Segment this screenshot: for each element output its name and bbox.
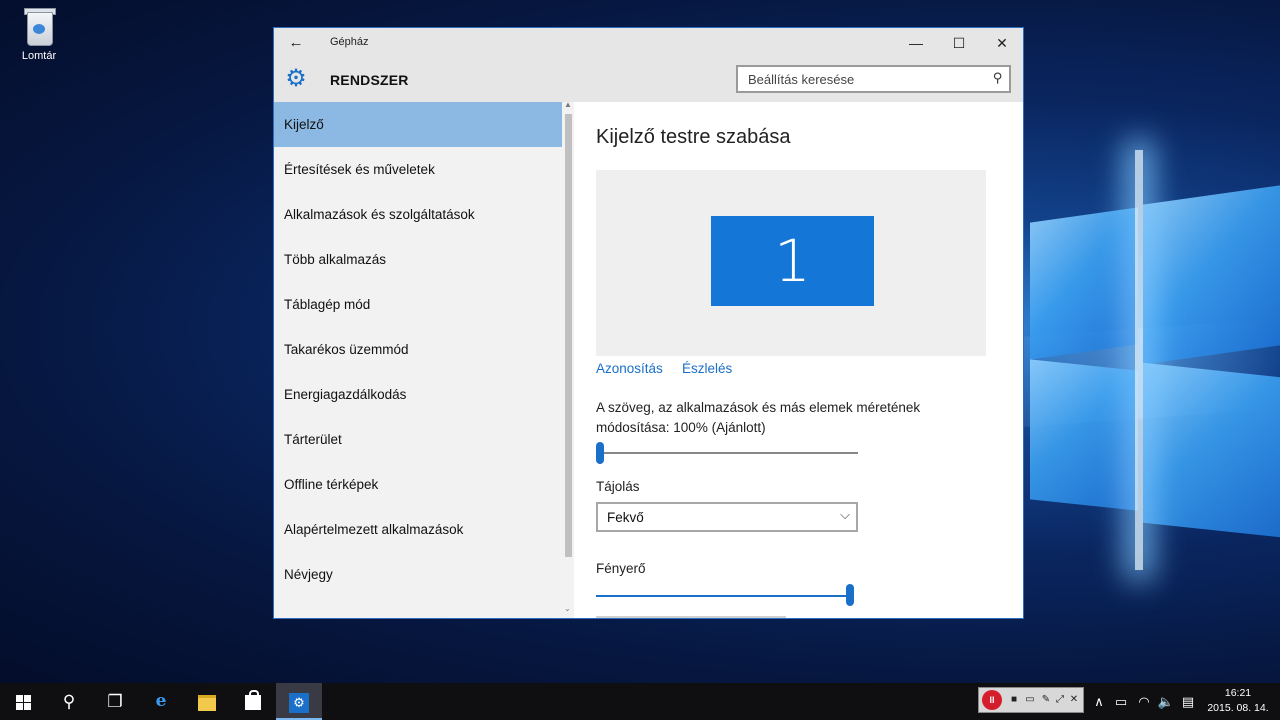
wallpaper-logo-pane bbox=[1143, 185, 1280, 365]
store-bag-icon bbox=[245, 690, 261, 711]
resize-icon[interactable]: ⤢ bbox=[1053, 693, 1067, 707]
scale-slider-thumb[interactable] bbox=[596, 442, 604, 464]
recycle-bin-icon bbox=[24, 6, 56, 46]
search-icon[interactable]: ⚲ bbox=[46, 683, 92, 720]
store-button[interactable] bbox=[230, 683, 276, 720]
maximize-button[interactable]: ☐ bbox=[936, 28, 982, 58]
minimize-button[interactable]: — bbox=[893, 28, 939, 58]
recording-toolbar: II ■ ▭ ✎ ⤢ ✕ bbox=[978, 687, 1084, 713]
record-pause-button[interactable]: II bbox=[982, 690, 1002, 710]
orientation-value: Fekvő bbox=[607, 510, 644, 525]
sidebar-item-energiagazdalkodas[interactable]: Energiagazdálkodás bbox=[274, 372, 562, 417]
scrollbar-thumb[interactable] bbox=[565, 114, 572, 557]
chevron-up-icon[interactable]: ∧ bbox=[1088, 683, 1110, 720]
page-title: Kijelző testre szabása bbox=[596, 126, 791, 148]
sidebar-item-kijelzo[interactable]: Kijelző bbox=[274, 102, 562, 147]
search-box[interactable]: ⚲ bbox=[736, 65, 1011, 93]
sidebar-scrollbar[interactable]: ▲ ⌄ bbox=[563, 100, 573, 618]
sidebar-item-takarekos[interactable]: Takarékos üzemmód bbox=[274, 327, 562, 372]
windows-logo-icon bbox=[15, 695, 31, 711]
pen-icon[interactable]: ✎ bbox=[1039, 693, 1053, 707]
brightness-slider-fill bbox=[596, 595, 854, 597]
wallpaper-logo-pane bbox=[1030, 359, 1138, 511]
clock-time: 16:21 bbox=[1224, 687, 1252, 699]
sidebar-item-offline-terkepek[interactable]: Offline térképek bbox=[274, 462, 562, 507]
sidebar-item-tobb-alkalmazas[interactable]: Több alkalmazás bbox=[274, 237, 562, 282]
window-title: Gépház bbox=[330, 36, 369, 48]
close-icon[interactable]: ✕ bbox=[1067, 693, 1081, 707]
settings-taskbar-button[interactable]: ⚙ bbox=[276, 683, 322, 720]
desktop-icon-recycle-bin[interactable]: Lomtár bbox=[14, 6, 64, 62]
scroll-up-icon[interactable]: ▲ bbox=[564, 100, 572, 109]
main-content: Kijelző testre szabása 1 Azonosítás Észl… bbox=[574, 102, 1023, 618]
chevron-down-icon: ⌵ bbox=[840, 507, 850, 522]
window-capture-icon[interactable]: ▭ bbox=[1023, 693, 1037, 707]
sidebar-item-tablagep-mod[interactable]: Táblagép mód bbox=[274, 282, 562, 327]
sidebar-item-alkalmazasok[interactable]: Alkalmazások és szolgáltatások bbox=[274, 192, 562, 237]
sidebar-item-nevjegy[interactable]: Névjegy bbox=[274, 552, 562, 597]
scale-slider-track[interactable] bbox=[596, 452, 858, 454]
gear-icon: ⚙ bbox=[289, 692, 309, 713]
identify-link[interactable]: Azonosítás bbox=[596, 361, 663, 376]
wifi-icon[interactable]: ◠ bbox=[1133, 683, 1155, 720]
orientation-select[interactable]: Fekvő ⌵ bbox=[596, 502, 858, 532]
scroll-down-icon[interactable]: ⌄ bbox=[564, 604, 571, 613]
settings-header: ⚙ RENDSZER ⚲ bbox=[274, 58, 1023, 102]
monitor-tile[interactable]: 1 bbox=[711, 216, 874, 306]
action-center-icon[interactable]: ▤ bbox=[1177, 683, 1199, 720]
gear-icon: ⚙ bbox=[285, 65, 307, 92]
sidebar-item-tarterulet[interactable]: Tárterület bbox=[274, 417, 562, 462]
orientation-label: Tájolás bbox=[596, 479, 640, 494]
close-button[interactable]: ✕ bbox=[979, 28, 1025, 58]
brightness-label: Fényerő bbox=[596, 561, 646, 576]
file-explorer-button[interactable] bbox=[184, 683, 230, 720]
taskbar: ⚲ ❐ e ⚙ II ■ ▭ ✎ ⤢ ✕ ∧ ▭ ◠ 🔈 ▤ 16:21 201… bbox=[0, 683, 1280, 720]
sidebar-nav: Kijelző Értesítések és műveletek Alkalma… bbox=[274, 100, 574, 618]
task-view-icon[interactable]: ❐ bbox=[92, 683, 138, 720]
wallpaper-logo-pane bbox=[1143, 362, 1280, 538]
search-input[interactable] bbox=[746, 71, 985, 88]
back-arrow-icon[interactable]: ← bbox=[284, 32, 308, 54]
volume-icon[interactable]: 🔈 bbox=[1155, 683, 1177, 720]
brightness-slider-thumb[interactable] bbox=[846, 584, 854, 606]
next-control-edge bbox=[596, 616, 786, 618]
battery-icon[interactable]: ▭ bbox=[1110, 683, 1132, 720]
folder-icon bbox=[198, 694, 216, 711]
wallpaper-logo-pane bbox=[1030, 207, 1138, 360]
desktop-wallpaper: Lomtár ← Gépház — ☐ ✕ ⚙ RENDSZER ⚲ Kijel… bbox=[0, 0, 1280, 683]
settings-window: ← Gépház — ☐ ✕ ⚙ RENDSZER ⚲ Kijelző Érte… bbox=[273, 27, 1024, 619]
edge-browser-icon[interactable]: e bbox=[138, 683, 184, 720]
sidebar-item-ertesitesek[interactable]: Értesítések és műveletek bbox=[274, 147, 562, 192]
sidebar-item-alapertelmezett[interactable]: Alapértelmezett alkalmazások bbox=[274, 507, 562, 552]
search-icon[interactable]: ⚲ bbox=[993, 70, 1003, 86]
start-button[interactable] bbox=[0, 683, 46, 720]
clock-date: 2015. 08. 14. bbox=[1207, 702, 1269, 714]
detect-link[interactable]: Észlelés bbox=[682, 361, 732, 376]
display-arrangement-preview: 1 bbox=[596, 170, 986, 356]
clock[interactable]: 16:21 2015. 08. 14. bbox=[1200, 686, 1276, 716]
section-title: RENDSZER bbox=[330, 72, 409, 88]
stop-icon[interactable]: ■ bbox=[1007, 693, 1021, 707]
title-bar[interactable]: ← Gépház — ☐ ✕ bbox=[274, 28, 1023, 58]
desktop-icon-label: Lomtár bbox=[21, 50, 57, 62]
wallpaper-glow bbox=[1135, 150, 1143, 570]
scale-label: A szöveg, az alkalmazások és más elemek … bbox=[596, 400, 921, 435]
